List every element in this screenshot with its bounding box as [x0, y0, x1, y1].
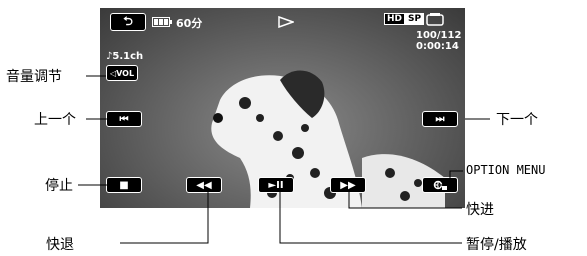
battery-time: 60分 — [176, 17, 203, 30]
media-icon — [426, 13, 444, 26]
prev-icon: ⏮ — [119, 113, 129, 125]
next-button[interactable]: ⏭ — [422, 111, 458, 127]
forward-icon: ▶▶ — [340, 179, 356, 191]
rewind-icon: ◀◀ — [196, 179, 212, 191]
vol-label: VOL — [116, 68, 135, 78]
prev-button[interactable]: ⏮ — [106, 111, 142, 127]
callout-option-menu: OPTION MENU — [466, 163, 546, 177]
battery-icon — [152, 17, 172, 27]
callout-rewind: 快退 — [46, 237, 74, 253]
playback-screen: ⮌ 60分 HD SP 100/112 0:00:14 ♪5.1ch ◁ VOL… — [100, 8, 465, 208]
stop-button[interactable]: ■ — [106, 177, 142, 193]
callout-forward: 快进 — [466, 202, 494, 218]
hd-badge: HD — [384, 13, 406, 25]
callout-volume: 音量调节 — [6, 69, 62, 85]
option-menu-icon — [433, 180, 447, 190]
sp-badge: SP — [405, 13, 425, 25]
callout-prev: 上一个 — [34, 112, 76, 128]
rewind-button[interactable]: ◀◀ — [186, 177, 222, 193]
play-status-icon — [278, 16, 294, 28]
timecode: 0:00:14 — [416, 41, 459, 52]
back-arrow-icon: ⮌ — [123, 13, 133, 28]
file-counter: 100/112 — [416, 30, 462, 41]
next-icon: ⏭ — [435, 113, 445, 125]
callout-stop: 停止 — [45, 178, 73, 194]
callout-next: 下一个 — [496, 112, 538, 128]
forward-button[interactable]: ▶▶ — [330, 177, 366, 193]
play-pause-button[interactable]: ►II — [258, 177, 294, 193]
callout-play-pause: 暂停/播放 — [466, 237, 527, 253]
back-button[interactable]: ⮌ — [110, 13, 146, 31]
play-pause-icon: ►II — [268, 179, 284, 191]
quality-badge: HD SP — [384, 13, 425, 25]
stop-icon: ■ — [119, 179, 129, 191]
option-menu-button[interactable] — [422, 177, 458, 193]
volume-button[interactable]: ◁ VOL — [106, 65, 138, 81]
audio-mode: ♪5.1ch — [106, 51, 144, 62]
